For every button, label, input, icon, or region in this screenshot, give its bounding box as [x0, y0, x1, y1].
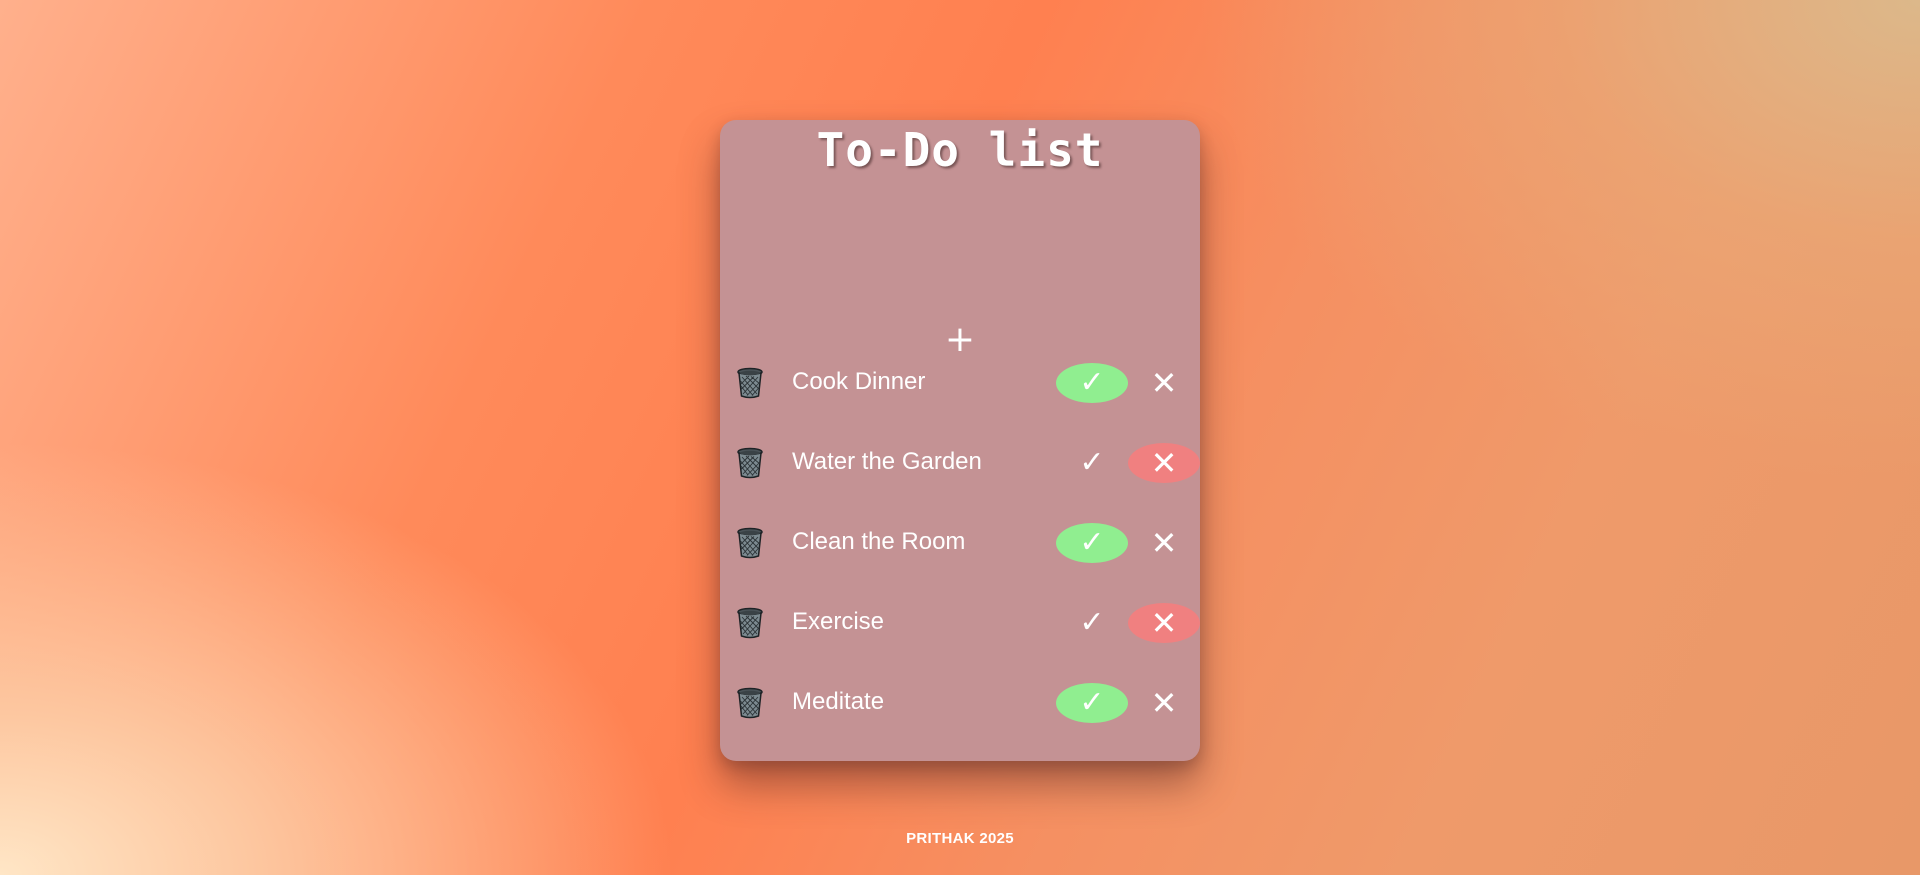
trash-can-icon[interactable] [736, 687, 764, 719]
trash-can-icon[interactable] [736, 607, 764, 639]
task-label: Clean the Room [792, 528, 966, 555]
task-row: Water the Garden ✓ ✕ [720, 442, 1200, 486]
task-row: Exercise ✓ ✕ [720, 602, 1200, 646]
task-row: Cook Dinner ✓ ✕ [720, 362, 1200, 406]
checkmark-icon[interactable]: ✓ [1056, 523, 1128, 563]
close-x-icon[interactable]: ✕ [1128, 363, 1200, 403]
task-label: Cook Dinner [792, 368, 926, 395]
trash-can-icon[interactable] [736, 367, 764, 399]
task-row: Clean the Room ✓ ✕ [720, 522, 1200, 566]
todo-card: To-Do list + Cook Dinner ✓ ✕ Water the Gard… [720, 120, 1200, 761]
task-label: Meditate [792, 688, 885, 715]
trash-can-icon[interactable] [736, 527, 764, 559]
trash-can-icon[interactable] [736, 447, 764, 479]
task-label: Water the Garden [792, 448, 982, 475]
close-x-icon[interactable]: ✕ [1128, 683, 1200, 723]
app-title: To-Do list [816, 123, 1104, 177]
add-task-button[interactable]: + [940, 320, 980, 360]
checkmark-icon[interactable]: ✓ [1056, 683, 1128, 723]
checkmark-icon[interactable]: ✓ [1056, 603, 1128, 643]
task-label: Exercise [792, 608, 885, 635]
footer-credit: PRITHAK 2025 [906, 830, 1014, 847]
checkmark-icon[interactable]: ✓ [1056, 443, 1128, 483]
close-x-icon[interactable]: ✕ [1128, 603, 1200, 643]
task-row: Meditate ✓ ✕ [720, 682, 1200, 726]
checkmark-icon[interactable]: ✓ [1056, 363, 1128, 403]
close-x-icon[interactable]: ✕ [1128, 523, 1200, 563]
close-x-icon[interactable]: ✕ [1128, 443, 1200, 483]
